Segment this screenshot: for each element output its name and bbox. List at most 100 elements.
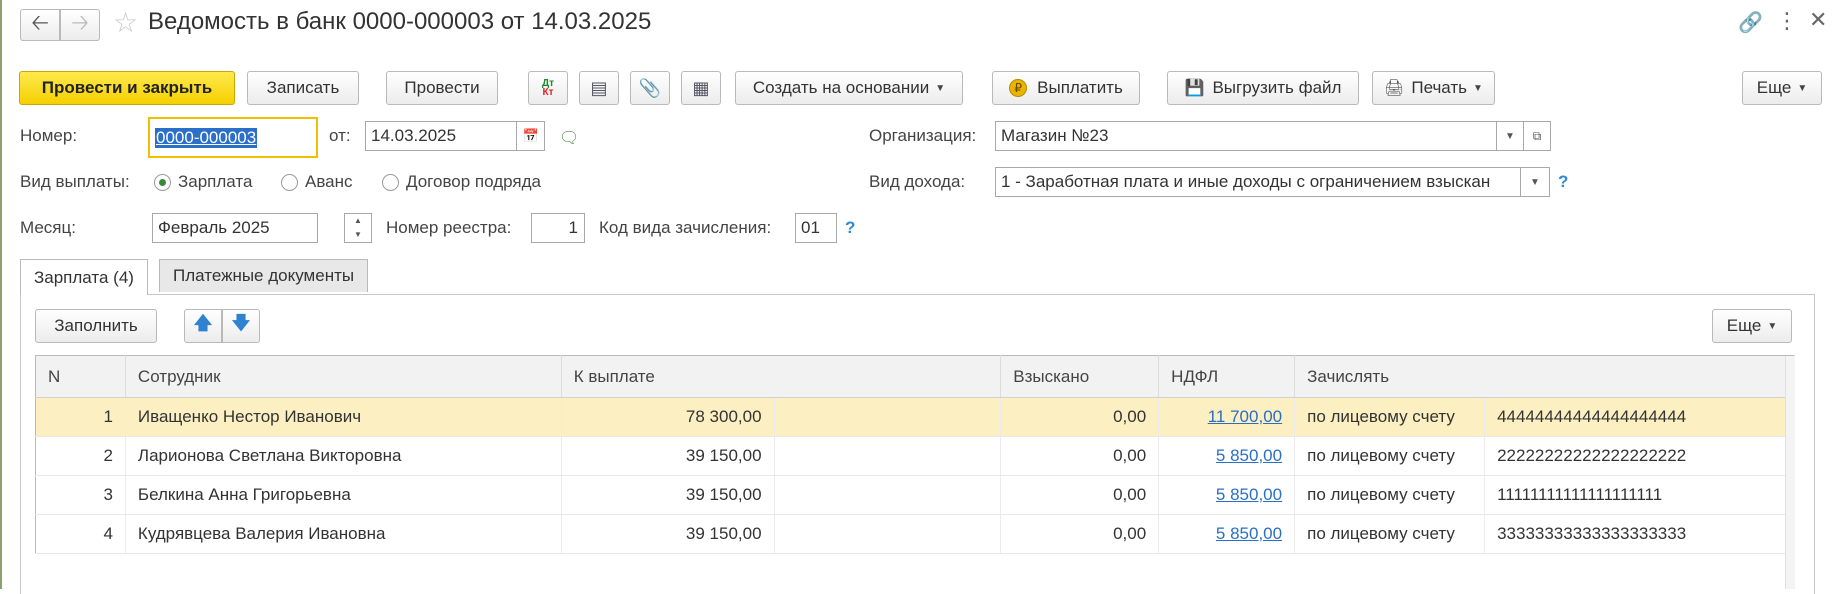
month-calendar-button[interactable]: 📅 <box>317 213 318 243</box>
move-up-button[interactable]: 🡅 <box>184 309 222 343</box>
radio-contract[interactable]: Договор подряда <box>382 172 541 192</box>
table-row[interactable]: 3 Белкина Анна Григорьевна 39 150,00 0,0… <box>35 475 1795 515</box>
radio-selected-icon <box>154 173 171 191</box>
tab-payment-documents[interactable]: Платежные документы <box>159 259 369 292</box>
table-more-button[interactable]: Еще ▼ <box>1712 309 1792 343</box>
export-icon: 💾 <box>1184 80 1205 97</box>
employee-cell[interactable]: Белкина Анна Григорьевна <box>125 475 562 515</box>
organization-field[interactable]: Магазин №23 ▼ <box>995 121 1525 151</box>
month-field[interactable]: Февраль 2025 📅 <box>152 213 318 243</box>
account-cell[interactable]: 11111111111111111111 <box>1484 475 1795 515</box>
organization-open-button[interactable]: ⧉ <box>1523 121 1551 151</box>
date-from-label: от: <box>329 126 351 145</box>
credit-cell[interactable]: по лицевому счету <box>1294 436 1486 476</box>
income-type-field[interactable]: 1 - Заработная плата и иные доходы с огр… <box>995 167 1550 197</box>
radio-advance[interactable]: Аванс <box>281 172 353 192</box>
amount-cell[interactable]: 39 150,00 <box>561 514 775 554</box>
ndfl-link[interactable]: 11 700,00 <box>1208 407 1282 426</box>
table-row[interactable]: 1 Иващенко Нестор Иванович 78 300,00 0,0… <box>35 397 1795 437</box>
forward-button[interactable]: 🡢 <box>60 9 100 41</box>
amount-cell[interactable]: 39 150,00 <box>561 436 775 476</box>
col-employee[interactable]: Сотрудник <box>125 355 562 398</box>
organization-label: Организация: <box>869 126 977 145</box>
chevron-down-icon: ▼ <box>1530 176 1540 188</box>
dt-kt-button[interactable]: Дт Кт <box>528 71 568 105</box>
dropdown-arrow-icon: ▼ <box>1473 82 1483 94</box>
month-stepper[interactable]: ▲ ▼ <box>344 213 372 243</box>
comment-icon[interactable]: 🗨 <box>559 128 579 148</box>
income-type-help-icon[interactable]: ? <box>1558 172 1568 192</box>
income-type-dropdown-button[interactable]: ▼ <box>1520 168 1549 196</box>
calendar-button[interactable]: 📅 <box>516 122 544 150</box>
row-number: 1 <box>35 397 126 437</box>
tab-salary[interactable]: Зарплата (4) <box>20 259 148 295</box>
attach-button[interactable]: 📎 <box>630 71 670 105</box>
amount-cell[interactable]: 78 300,00 <box>561 397 775 437</box>
accrual-code-field[interactable]: 01 <box>795 213 837 243</box>
registry-number-field[interactable]: 1 <box>531 213 585 243</box>
move-down-button[interactable]: 🡇 <box>222 309 260 343</box>
account-cell[interactable]: 44444444444444444444 <box>1484 397 1795 437</box>
account-cell[interactable]: 22222222222222222222 <box>1484 436 1795 476</box>
table-row[interactable]: 4 Кудрявцева Валерия Ивановна 39 150,00 … <box>35 514 1795 554</box>
col-recovered[interactable]: Взыскано <box>1000 355 1160 398</box>
print-button[interactable]: 🖨 Печать ▼ <box>1372 71 1495 105</box>
col-amount[interactable]: К выплате <box>561 355 1002 398</box>
pay-button[interactable]: ₽ Выплатить <box>992 71 1140 105</box>
accrual-code-label: Код вида зачисления: <box>599 218 772 237</box>
more-button[interactable]: Еще ▼ <box>1742 71 1822 105</box>
row-number: 3 <box>35 475 126 515</box>
amount-cell[interactable]: 39 150,00 <box>561 475 775 515</box>
col-ndfl[interactable]: НДФЛ <box>1158 355 1296 398</box>
accrual-code-help-icon[interactable]: ? <box>845 218 855 238</box>
employee-cell[interactable]: Иващенко Нестор Иванович <box>125 397 562 437</box>
fill-button[interactable]: Заполнить <box>35 309 157 343</box>
list-icon: ▤ <box>590 77 608 98</box>
empty-cell <box>774 475 1002 515</box>
save-button[interactable]: Записать <box>247 71 359 105</box>
empty-cell <box>774 436 1002 476</box>
employee-cell[interactable]: Кудрявцева Валерия Ивановна <box>125 514 562 554</box>
table-row[interactable]: 2 Ларионова Светлана Викторовна 39 150,0… <box>35 436 1795 476</box>
structure-button[interactable]: ▦ <box>681 71 721 105</box>
link-icon[interactable]: 🔗 <box>1738 10 1763 35</box>
credit-cell[interactable]: по лицевому счету <box>1294 514 1486 554</box>
account-cell[interactable]: 33333333333333333333 <box>1484 514 1795 554</box>
credit-cell[interactable]: по лицевому счету <box>1294 475 1486 515</box>
hierarchy-icon: ▦ <box>692 77 710 98</box>
empty-cell <box>774 514 1002 554</box>
table-header: N Сотрудник К выплате Взыскано НДФЛ Зачи… <box>35 355 1795 398</box>
radio-salary[interactable]: Зарплата <box>154 172 252 192</box>
post-button[interactable]: Провести <box>386 71 498 105</box>
date-field[interactable]: 14.03.2025 📅 <box>365 121 545 151</box>
kebab-menu-icon[interactable]: ⋮ <box>1776 8 1798 34</box>
stepper-up-icon[interactable]: ▲ <box>345 214 371 228</box>
employee-cell[interactable]: Ларионова Светлана Викторовна <box>125 436 562 476</box>
close-icon[interactable]: ✕ <box>1809 7 1827 33</box>
organization-dropdown-button[interactable]: ▼ <box>1496 122 1524 150</box>
export-file-button[interactable]: 💾 Выгрузить файл <box>1167 71 1359 105</box>
arrow-up-icon: 🡅 <box>193 313 213 333</box>
ndfl-link[interactable]: 5 850,00 <box>1216 485 1282 504</box>
ndfl-cell[interactable]: 11 700,00 <box>1158 397 1296 437</box>
col-n[interactable]: N <box>35 355 126 398</box>
ndfl-cell[interactable]: 5 850,00 <box>1158 514 1296 554</box>
back-button[interactable]: 🡠 <box>20 9 60 41</box>
journal-button[interactable]: ▤ <box>579 71 619 105</box>
col-credit[interactable]: Зачислять <box>1294 355 1795 398</box>
arrow-left-icon: 🡠 <box>31 10 49 35</box>
create-based-on-button[interactable]: Создать на основании ▼ <box>735 71 963 105</box>
credit-cell[interactable]: по лицевому счету <box>1294 397 1486 437</box>
month-label: Месяц: <box>20 218 76 237</box>
arrow-right-icon: 🡢 <box>71 10 89 35</box>
ndfl-link[interactable]: 5 850,00 <box>1216 446 1282 465</box>
favorite-star-icon[interactable]: ☆ <box>113 6 138 39</box>
ndfl-cell[interactable]: 5 850,00 <box>1158 436 1296 476</box>
table-scrollbar[interactable] <box>1785 356 1795 589</box>
post-and-close-button[interactable]: Провести и закрыть <box>19 71 235 105</box>
ndfl-cell[interactable]: 5 850,00 <box>1158 475 1296 515</box>
dropdown-arrow-icon: ▼ <box>1797 82 1808 94</box>
ndfl-link[interactable]: 5 850,00 <box>1216 524 1282 543</box>
number-field[interactable]: 0000-000003 <box>148 117 318 158</box>
stepper-down-icon[interactable]: ▼ <box>345 228 371 242</box>
